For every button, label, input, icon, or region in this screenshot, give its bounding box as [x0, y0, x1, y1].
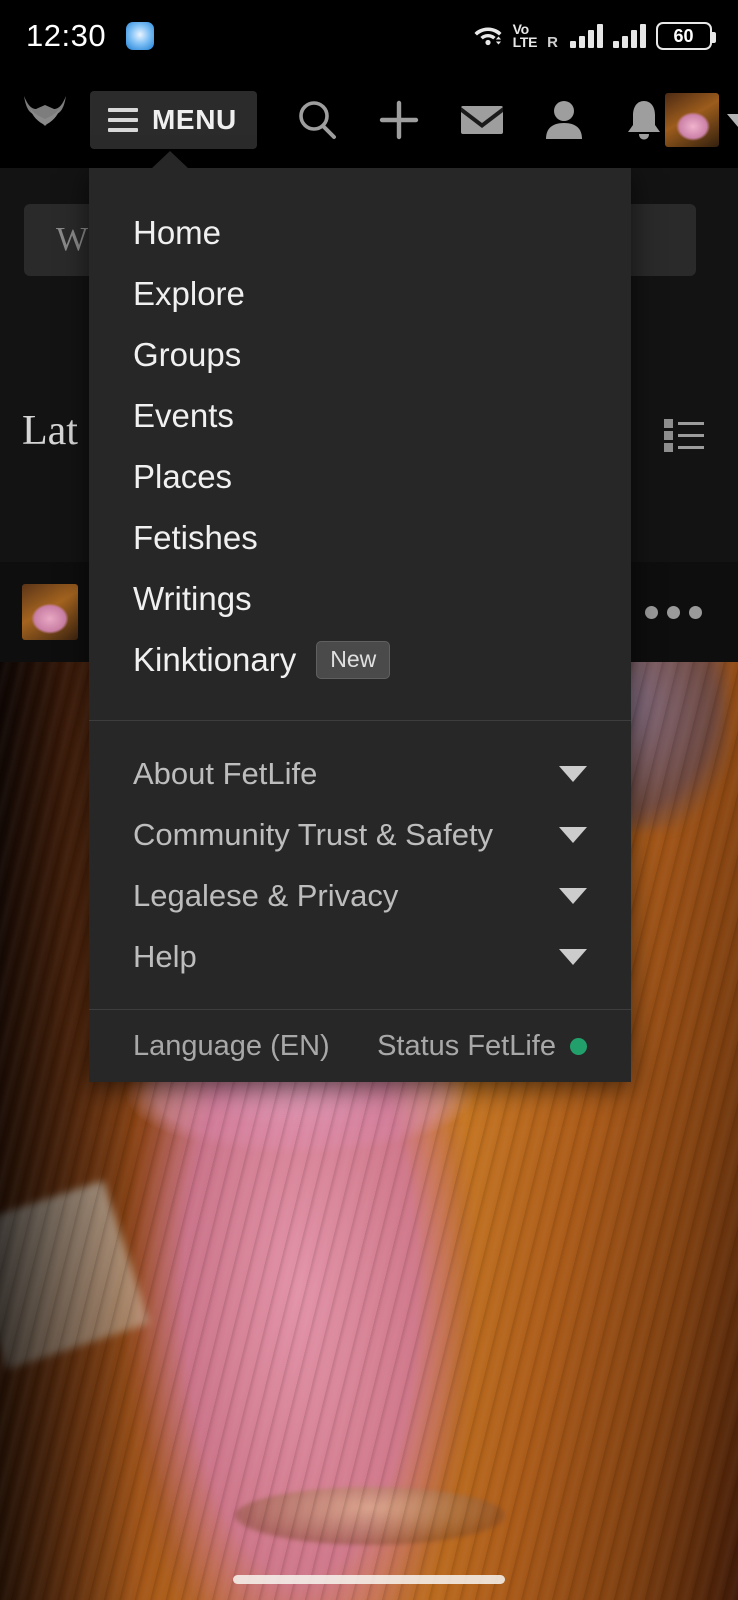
plus-icon[interactable]	[377, 97, 421, 143]
avatar[interactable]	[664, 93, 719, 147]
menu-item-fetishes[interactable]: Fetishes	[89, 507, 631, 568]
status-bar: 12:30 Vo LTE R 60	[0, 0, 738, 72]
menu-item-home[interactable]: Home	[89, 202, 631, 263]
menu-item-label: Legalese & Privacy	[133, 877, 399, 913]
roaming-indicator: R	[547, 33, 558, 51]
avatar[interactable]	[22, 584, 78, 640]
status-indicators: Vo LTE R 60	[473, 22, 716, 51]
status-time: 12:30	[26, 18, 107, 53]
chevron-down-icon	[559, 826, 587, 843]
search-icon[interactable]	[295, 97, 339, 143]
menu-item-groups[interactable]: Groups	[89, 324, 631, 385]
menu-item-label: Places	[133, 457, 233, 495]
menu-item-kinktionary[interactable]: Kinktionary New	[89, 629, 631, 690]
account-menu[interactable]	[664, 93, 738, 147]
chevron-down-icon	[559, 887, 587, 904]
fetlife-logo-icon[interactable]	[18, 94, 72, 146]
menu-secondary-list: About FetLife Community Trust & Safety L…	[89, 721, 631, 1009]
dropdown-arrow	[151, 151, 189, 169]
language-selector[interactable]: Language (EN)	[133, 1030, 330, 1063]
photo-glass-base	[235, 1487, 505, 1545]
compose-placeholder: W	[56, 221, 89, 258]
mail-icon[interactable]	[459, 97, 505, 143]
home-indicator[interactable]	[233, 1575, 505, 1584]
status-badge	[570, 1037, 587, 1055]
menu-button-label: MENU	[152, 104, 237, 135]
menu-item-help[interactable]: Help	[89, 926, 631, 987]
battery-icon: 60	[656, 22, 716, 50]
menu-dropdown-panel: Home Explore Groups Events Places Fetish…	[89, 151, 631, 1082]
menu-item-legalese-privacy[interactable]: Legalese & Privacy	[89, 865, 631, 926]
menu-footer: Language (EN) Status FetLife	[89, 1010, 631, 1082]
menu-primary-list: Home Explore Groups Events Places Fetish…	[89, 168, 631, 720]
volte-line-2: LTE	[512, 34, 538, 50]
menu-item-label: Community Trust & Safety	[133, 816, 494, 852]
menu-item-label: Help	[133, 938, 197, 974]
menu-item-label: Events	[133, 396, 234, 434]
phone-screen: W Lat 12:30 Vo LTE R 60 MENU Home Explor…	[0, 0, 738, 1600]
new-badge: New	[316, 640, 391, 679]
status-fetlife-label: Status FetLife	[377, 1029, 556, 1062]
hamburger-icon	[108, 108, 138, 132]
menu-item-label: Kinktionary	[133, 640, 297, 678]
menu-item-writings[interactable]: Writings	[89, 568, 631, 629]
status-fetlife-link[interactable]: Status FetLife	[377, 1030, 587, 1063]
battery-level: 60	[673, 25, 694, 46]
menu-item-label: About FetLife	[133, 755, 318, 791]
more-options-icon[interactable]	[645, 605, 702, 619]
wifi-icon	[473, 22, 503, 51]
message-app-icon	[126, 22, 155, 50]
volte-icon: Vo LTE	[512, 22, 538, 50]
menu-item-community-trust-safety[interactable]: Community Trust & Safety	[89, 804, 631, 865]
menu-item-places[interactable]: Places	[89, 446, 631, 507]
menu-item-label: Explore	[133, 274, 245, 312]
bell-icon[interactable]	[623, 97, 665, 143]
menu-button[interactable]: MENU	[90, 91, 257, 149]
menu-item-label: Fetishes	[133, 518, 258, 556]
person-icon[interactable]	[543, 97, 585, 143]
signal-bars-icon-2	[613, 24, 646, 48]
menu-item-events[interactable]: Events	[89, 385, 631, 446]
menu-item-label: Home	[133, 213, 222, 251]
chevron-down-icon	[559, 765, 587, 782]
top-navigation-bar: MENU	[0, 72, 738, 168]
list-view-icon[interactable]	[664, 417, 704, 453]
chevron-down-icon	[559, 948, 587, 965]
page-title: Lat	[22, 408, 78, 454]
menu-item-about-fetlife[interactable]: About FetLife	[89, 743, 631, 804]
chevron-down-icon[interactable]	[726, 113, 738, 127]
menu-item-explore[interactable]: Explore	[89, 263, 631, 324]
menu-item-label: Groups	[133, 335, 242, 373]
menu-item-label: Writings	[133, 579, 252, 617]
signal-bars-icon-1	[570, 24, 603, 48]
